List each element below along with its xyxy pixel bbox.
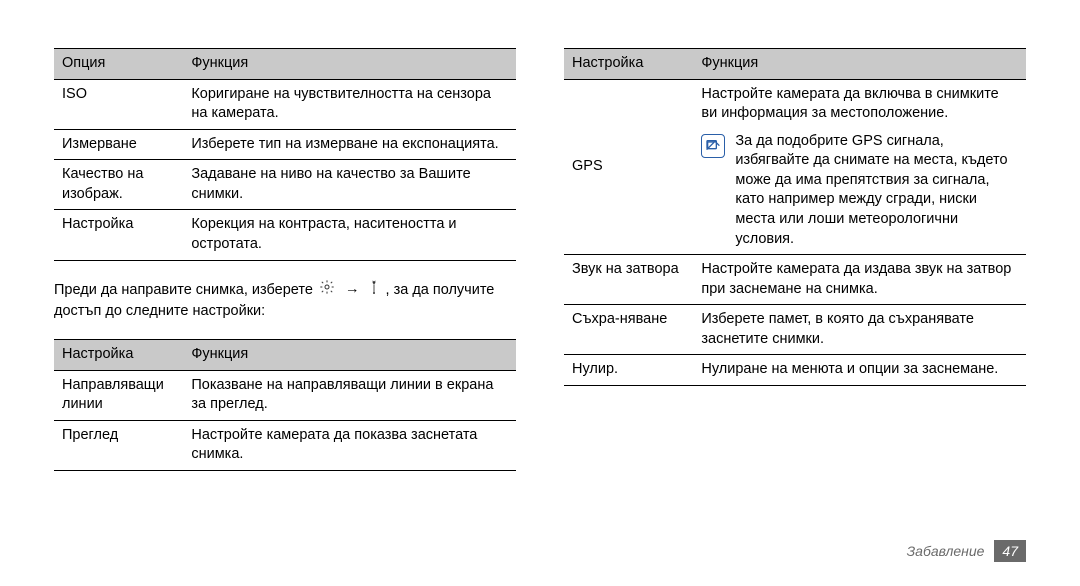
wrench-icon [369, 279, 379, 301]
gps-note: За да подобрите GPS сигнала, избягвайте … [701, 132, 1018, 249]
page-footer: Забавление 47 [907, 540, 1026, 562]
cell-function-gps: Настройте камерата да включва в снимките… [693, 79, 1026, 255]
table-row: ISO Коригиране на чувствителността на се… [54, 79, 516, 129]
cell-setting: Направляващи линии [54, 370, 183, 420]
cell-function: Показване на направляващи линии в екрана… [183, 370, 516, 420]
cell-function: Задаване на ниво на качество за Вашите с… [183, 160, 516, 210]
page-content: Опция Функция ISO Коригиране на чувствит… [0, 0, 1080, 489]
settings-table-2: Настройка Функция Направляващи линии Пок… [54, 339, 516, 471]
left-column: Опция Функция ISO Коригиране на чувствит… [54, 48, 516, 489]
table-row: Настройка Корекция на контраста, наситен… [54, 210, 516, 260]
header-cell-setting: Настройка [54, 340, 183, 371]
cell-function: Коригиране на чувствителността на сензор… [183, 79, 516, 129]
footer-page-number: 47 [994, 540, 1026, 562]
header-cell-setting: Настройка [564, 49, 693, 80]
cell-function: Настройте камерата да показва заснетата … [183, 420, 516, 470]
table-row: Преглед Настройте камерата да показва за… [54, 420, 516, 470]
table-row: Съхра-няване Изберете памет, в която да … [564, 305, 1026, 355]
cell-option: Качество на изображ. [54, 160, 183, 210]
cell-function: Изберете тип на измерване на експонацият… [183, 129, 516, 160]
cell-option: Настройка [54, 210, 183, 260]
cell-setting: Преглед [54, 420, 183, 470]
table-row: Звук на затвора Настройте камерата да из… [564, 255, 1026, 305]
table-header-row: Опция Функция [54, 49, 516, 80]
cell-function: Настройте камерата да издава звук на зат… [693, 255, 1026, 305]
header-cell-function: Функция [693, 49, 1026, 80]
cell-setting: Съхра-няване [564, 305, 693, 355]
cell-option: Измерване [54, 129, 183, 160]
table-row: Нулир. Нулиране на менюта и опции за зас… [564, 355, 1026, 386]
table-row: Качество на изображ. Задаване на ниво на… [54, 160, 516, 210]
cell-function: Корекция на контраста, наситеността и ос… [183, 210, 516, 260]
footer-section-label: Забавление [907, 543, 985, 559]
header-cell-option: Опция [54, 49, 183, 80]
gps-description: Настройте камерата да включва в снимките… [701, 85, 1018, 124]
cell-option: ISO [54, 79, 183, 129]
options-table-1: Опция Функция ISO Коригиране на чувствит… [54, 48, 516, 261]
gps-note-text: За да подобрите GPS сигнала, избягвайте … [735, 132, 1018, 249]
table-row-gps: GPS Настройте камерата да включва в сним… [564, 79, 1026, 255]
cell-setting: Звук на затвора [564, 255, 693, 305]
arrow-separator: → [345, 281, 360, 297]
table-header-row: Настройка Функция [54, 340, 516, 371]
cell-function: Нулиране на менюта и опции за заснемане. [693, 355, 1026, 386]
settings-table-3: Настройка Функция GPS Настройте камерата… [564, 48, 1026, 386]
table-row: Измерване Изберете тип на измерване на е… [54, 129, 516, 160]
paragraph-text-pre: Преди да направите снимка, изберете [54, 281, 317, 297]
header-cell-function: Функция [183, 49, 516, 80]
table-header-row: Настройка Функция [564, 49, 1026, 80]
instruction-paragraph: Преди да направите снимка, изберете → , … [54, 279, 516, 322]
table-row: Направляващи линии Показване на направля… [54, 370, 516, 420]
right-column: Настройка Функция GPS Настройте камерата… [564, 48, 1026, 489]
header-cell-function: Функция [183, 340, 516, 371]
gear-icon [319, 279, 335, 301]
note-icon [701, 134, 725, 158]
cell-setting: GPS [564, 79, 693, 255]
cell-function: Изберете памет, в която да съхранявате з… [693, 305, 1026, 355]
cell-setting: Нулир. [564, 355, 693, 386]
